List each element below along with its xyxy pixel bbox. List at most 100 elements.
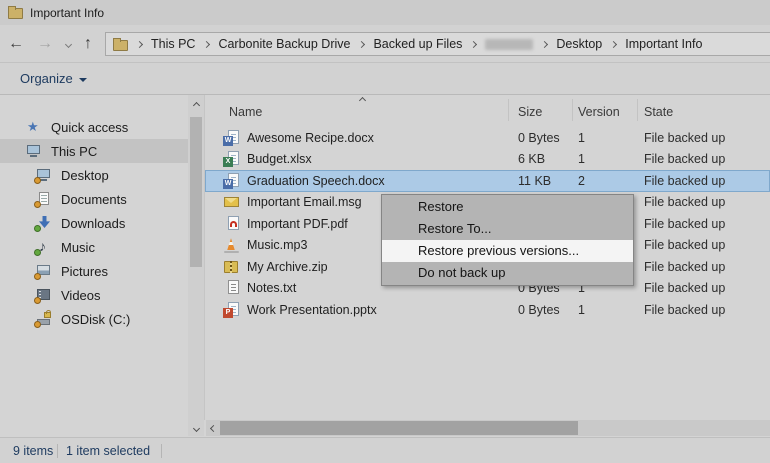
items-count: 9 items	[13, 444, 54, 458]
film-icon	[34, 287, 53, 304]
navigation-pane: Quick access This PC Desktop Documents D…	[0, 95, 188, 437]
back-button[interactable]: ←	[8, 36, 24, 52]
backup-pending-badge	[34, 297, 41, 304]
backup-pending-badge	[34, 201, 41, 208]
window-title: Important Info	[30, 5, 105, 20]
file-name: Awesome Recipe.docx	[247, 130, 374, 145]
address-bar[interactable]: This PC Carbonite Backup Drive Backed up…	[105, 32, 770, 56]
file-state: File backed up	[644, 238, 726, 252]
file-size: 11 KB	[518, 173, 552, 188]
breadcrumb-chevron-icon[interactable]	[470, 40, 478, 48]
address-folder-icon	[113, 37, 128, 51]
file-size: 6 KB	[518, 152, 546, 166]
file-name: Budget.xlsx	[247, 152, 312, 167]
menu-item-restore-to[interactable]: Restore To...	[382, 218, 633, 240]
menu-item-do-not-back-up[interactable]: Do not back up	[382, 262, 633, 284]
sidebar-item-osdisk[interactable]: OSDisk (C:)	[0, 307, 188, 331]
file-row[interactable]: P Work Presentation.pptx 0 Bytes 1 File b…	[205, 299, 770, 321]
breadcrumb-chevron-icon[interactable]	[541, 40, 549, 48]
backup-pending-badge	[34, 177, 41, 184]
recent-locations-dropdown-icon[interactable]	[64, 40, 73, 48]
context-menu: Restore Restore To... Restore previous v…	[381, 194, 634, 286]
breadcrumb-chevron-icon[interactable]	[203, 40, 211, 48]
monitor-icon	[26, 143, 43, 159]
file-version: 1	[578, 152, 585, 166]
file-state: File backed up	[644, 195, 726, 209]
column-header-version[interactable]: Version	[578, 105, 620, 119]
powerpoint-file-icon: P	[223, 301, 240, 318]
folder-icon	[8, 6, 23, 19]
file-row[interactable]: X Budget.xlsx 6 KB 1 File backed up	[205, 149, 770, 171]
status-divider	[161, 444, 162, 458]
file-state: File backed up	[644, 130, 726, 145]
backed-up-badge	[34, 249, 41, 256]
txt-file-icon	[223, 280, 240, 296]
breadcrumb-carbonite-backup-drive[interactable]: Carbonite Backup Drive	[218, 37, 350, 51]
file-state: File backed up	[644, 281, 726, 295]
breadcrumb-chevron-icon[interactable]	[610, 40, 618, 48]
sidebar-item-label: This PC	[51, 143, 98, 159]
sidebar-scrollbar[interactable]	[188, 95, 204, 436]
column-divider[interactable]	[572, 99, 573, 121]
title-bar: Important Info	[0, 0, 770, 25]
file-row[interactable]: W Awesome Recipe.docx 0 Bytes 1 File back…	[205, 127, 770, 149]
status-bar: 9 items 1 item selected	[0, 437, 770, 463]
breadcrumb-this-pc[interactable]: This PC	[151, 37, 195, 51]
email-file-icon	[223, 194, 240, 210]
backup-pending-badge	[34, 273, 41, 280]
vlc-file-icon	[223, 237, 240, 254]
forward-button[interactable]: →	[37, 36, 53, 52]
horizontal-scrollbar[interactable]	[206, 420, 770, 436]
scrollbar-thumb[interactable]	[190, 117, 202, 267]
sidebar-item-desktop[interactable]: Desktop	[0, 163, 188, 187]
column-divider[interactable]	[637, 99, 638, 121]
disk-lock-icon	[34, 310, 53, 328]
monitor-icon	[34, 167, 53, 184]
breadcrumb-chevron-icon[interactable]	[358, 40, 366, 48]
file-name: Work Presentation.pptx	[247, 302, 377, 317]
organize-button[interactable]: Organize	[20, 71, 87, 86]
breadcrumb-desktop[interactable]: Desktop	[556, 37, 602, 51]
file-name: Notes.txt	[247, 281, 297, 296]
file-state: File backed up	[644, 216, 726, 231]
sidebar-item-label: Music	[61, 239, 95, 255]
scroll-up-button[interactable]	[188, 97, 204, 113]
command-toolbar: Organize	[0, 63, 770, 95]
scroll-down-button[interactable]	[188, 420, 204, 436]
file-name: My Archive.zip	[247, 259, 328, 274]
sidebar-item-downloads[interactable]: Downloads	[0, 211, 188, 235]
sidebar-item-quick-access[interactable]: Quick access	[0, 115, 188, 139]
breadcrumb-redacted-username[interactable]	[485, 38, 534, 50]
column-header-state[interactable]: State	[644, 105, 673, 119]
sidebar-item-label: Videos	[61, 287, 101, 303]
file-size: 0 Bytes	[518, 302, 560, 317]
breadcrumb-backed-up-files[interactable]: Backed up Files	[373, 37, 462, 51]
sidebar-item-pictures[interactable]: Pictures	[0, 259, 188, 283]
organize-label: Organize	[20, 71, 73, 86]
sidebar-item-music[interactable]: Music	[0, 235, 188, 259]
column-header-name[interactable]: Name	[229, 105, 262, 119]
file-row-selected[interactable]: W Graduation Speech.docx 11 KB 2 File bac…	[205, 170, 770, 192]
column-divider[interactable]	[508, 99, 509, 121]
document-icon	[34, 191, 53, 208]
menu-item-restore-previous-versions[interactable]: Restore previous versions...	[382, 240, 633, 262]
sidebar-item-documents[interactable]: Documents	[0, 187, 188, 211]
navigation-bar: ← → ↑ This PC Carbonite Backup Drive Bac…	[0, 25, 770, 63]
status-divider	[57, 444, 58, 458]
sort-ascending-icon	[358, 96, 367, 105]
breadcrumb-important-info[interactable]: Important Info	[625, 37, 702, 51]
selected-count: 1 item selected	[66, 444, 151, 458]
column-header-size[interactable]: Size	[518, 105, 542, 119]
pdf-file-icon	[223, 215, 240, 232]
sidebar-item-videos[interactable]: Videos	[0, 283, 188, 307]
scrollbar-thumb[interactable]	[220, 421, 578, 435]
scroll-left-button[interactable]	[206, 420, 220, 436]
menu-item-restore[interactable]: Restore	[382, 196, 633, 218]
dropdown-caret-icon	[78, 77, 87, 82]
sidebar-item-label: OSDisk (C:)	[61, 311, 131, 327]
up-button[interactable]: ↑	[84, 36, 92, 52]
file-version: 2	[578, 173, 585, 188]
word-file-icon: W	[223, 172, 240, 189]
file-state: File backed up	[644, 173, 726, 188]
sidebar-item-this-pc[interactable]: This PC	[0, 139, 188, 163]
